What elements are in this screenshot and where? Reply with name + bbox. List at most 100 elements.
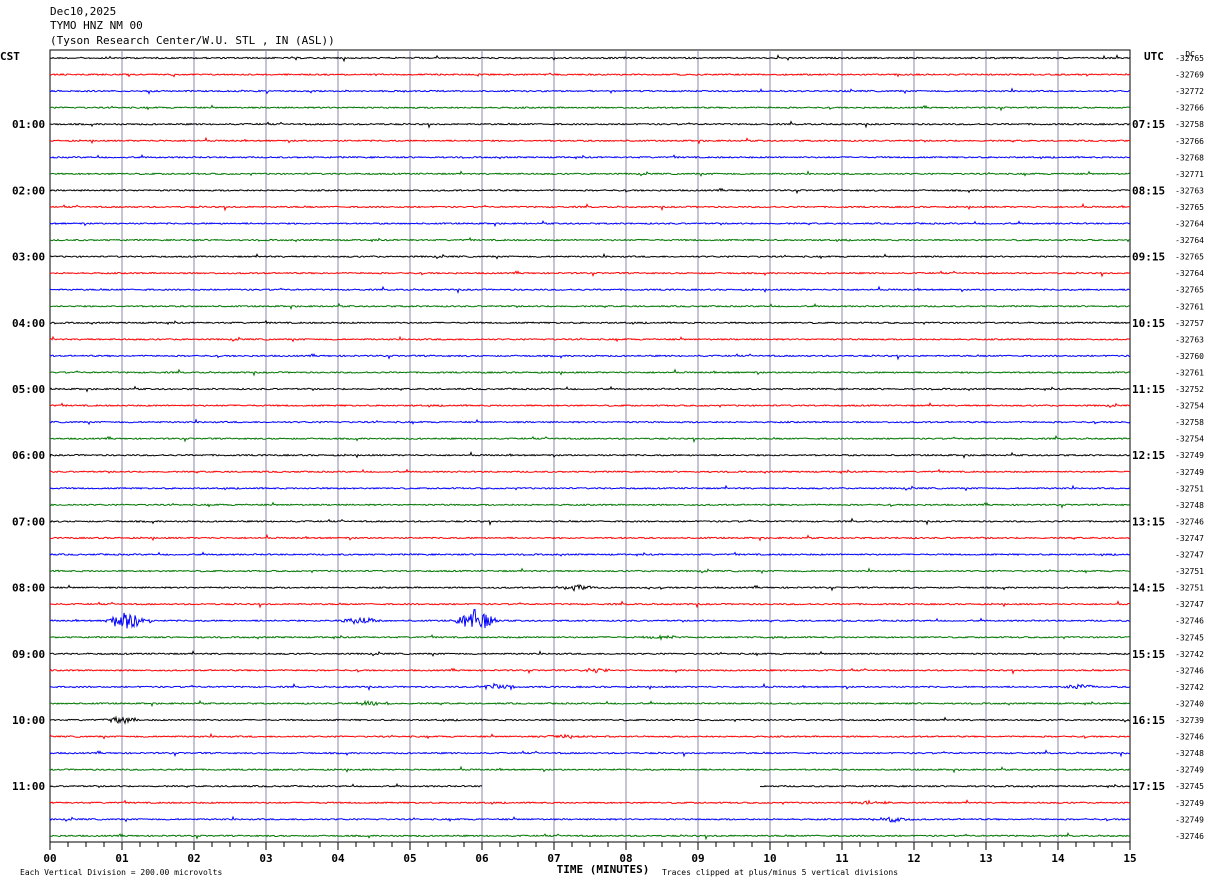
seismic-trace bbox=[49, 418, 1131, 426]
dc-offset-label: -32746 bbox=[1175, 666, 1204, 675]
seismic-trace bbox=[50, 832, 1131, 841]
dc-offset-label: -32746 bbox=[1175, 733, 1204, 742]
dc-offset-label: -32754 bbox=[1175, 402, 1204, 411]
x-tick-label: 11 bbox=[835, 852, 849, 865]
seismic-trace bbox=[49, 715, 1131, 725]
seismic-trace bbox=[49, 335, 1131, 343]
cst-hour-label: 07:00 bbox=[12, 515, 45, 528]
seismic-trace bbox=[49, 368, 1131, 377]
dc-offset-label: -32761 bbox=[1175, 302, 1204, 311]
utc-hour-label: 11:15 bbox=[1132, 383, 1165, 396]
seismic-trace bbox=[49, 220, 1131, 228]
cst-hour-label: 03:00 bbox=[12, 251, 45, 264]
x-tick-label: 09 bbox=[691, 852, 704, 865]
dc-offset-label: -32746 bbox=[1175, 832, 1204, 841]
plot-frame bbox=[49, 49, 1131, 843]
utc-hour-label: 08:15 bbox=[1132, 184, 1165, 197]
utc-hour-label: 16:15 bbox=[1132, 714, 1165, 727]
x-tick-label: 05 bbox=[403, 852, 416, 865]
seismic-trace bbox=[49, 667, 1131, 675]
cst-hour-label: 08:00 bbox=[12, 582, 45, 595]
dc-offset-label: -32765 bbox=[1175, 286, 1204, 295]
utc-hour-label: 17:15 bbox=[1132, 780, 1165, 793]
seismic-trace bbox=[49, 782, 1131, 789]
seismic-trace bbox=[49, 699, 1131, 708]
dc-offset-label: -32769 bbox=[1175, 71, 1204, 80]
x-tick-label: 04 bbox=[331, 852, 345, 865]
dc-offset-label: -32751 bbox=[1175, 567, 1204, 576]
dc-offset-label: -32749 bbox=[1175, 468, 1204, 477]
dc-offset-label: -32747 bbox=[1175, 600, 1204, 609]
dc-offset-label: -32747 bbox=[1175, 534, 1204, 543]
dc-offset-label: -32754 bbox=[1175, 435, 1204, 444]
x-tick-label: 01 bbox=[115, 852, 129, 865]
dc-offset-label: -32766 bbox=[1175, 137, 1204, 146]
seismic-trace bbox=[49, 153, 1131, 160]
seismic-trace bbox=[49, 799, 1131, 806]
dc-offset-label: -32765 bbox=[1175, 203, 1204, 212]
x-tick-label: 00 bbox=[43, 852, 56, 865]
seismic-trace bbox=[49, 104, 1131, 112]
x-tick-label: 06 bbox=[475, 852, 489, 865]
seismic-trace bbox=[49, 682, 1131, 692]
dc-offset-label: -32763 bbox=[1175, 186, 1204, 195]
dc-offset-label: -32749 bbox=[1175, 799, 1204, 808]
cst-hour-label: 01:00 bbox=[12, 118, 45, 131]
utc-hour-label: 07:15 bbox=[1132, 118, 1165, 131]
seismic-trace bbox=[49, 815, 1131, 823]
clip-note: Traces clipped at plus/minus 5 vertical … bbox=[662, 868, 898, 877]
seismic-trace bbox=[49, 72, 1131, 78]
seismic-trace bbox=[49, 533, 1131, 542]
seismic-trace bbox=[50, 650, 1131, 657]
dc-offset-label: -32749 bbox=[1175, 451, 1204, 460]
seismic-trace bbox=[49, 517, 1131, 526]
utc-hour-label: 13:15 bbox=[1132, 515, 1165, 528]
seismic-trace bbox=[49, 270, 1131, 278]
cst-hour-label: 04:00 bbox=[12, 317, 45, 330]
dc-offset-label: -32772 bbox=[1175, 87, 1204, 96]
helicorder-plot: -32765 -32769 -32772 -32766 -32758 -32766 -327… bbox=[0, 49, 1204, 877]
dc-offset-label: -32771 bbox=[1175, 170, 1204, 179]
cst-hour-label: 06:00 bbox=[12, 449, 45, 462]
cst-hour-label: 09:00 bbox=[12, 648, 45, 661]
cst-hour-label: 05:00 bbox=[12, 383, 45, 396]
cst-label: CST bbox=[0, 50, 20, 63]
dc-offset-label: -32761 bbox=[1175, 368, 1204, 377]
x-tick-label: 15 bbox=[1123, 852, 1136, 865]
dc-offset-label: -32757 bbox=[1175, 319, 1204, 328]
seismic-trace bbox=[49, 749, 1131, 758]
seismic-trace bbox=[49, 285, 1131, 294]
dc-offset-label: -32742 bbox=[1175, 683, 1204, 692]
seismic-trace bbox=[49, 551, 1131, 557]
utc-label: UTC bbox=[1144, 50, 1164, 63]
dc-offset-label: -32746 bbox=[1175, 617, 1204, 626]
dc-offset-label: -32742 bbox=[1175, 650, 1204, 659]
dc-offset-label: -32752 bbox=[1175, 385, 1204, 394]
x-tick-label: 12 bbox=[907, 852, 920, 865]
seismic-trace bbox=[49, 252, 1131, 260]
cst-hour-label: 11:00 bbox=[12, 780, 45, 793]
utc-hour-label: 15:15 bbox=[1132, 648, 1165, 661]
utc-hour-label: 09:15 bbox=[1132, 251, 1165, 264]
seismic-trace bbox=[49, 302, 1131, 310]
seismic-trace bbox=[49, 732, 1131, 740]
seismic-trace bbox=[49, 202, 1131, 212]
seismic-trace bbox=[49, 501, 1131, 509]
cst-hour-label: 02:00 bbox=[12, 184, 45, 197]
seismic-trace bbox=[49, 319, 1131, 326]
dc-offset-label: -32758 bbox=[1175, 120, 1204, 129]
dc-offset-label: -32764 bbox=[1175, 220, 1204, 229]
seismic-trace bbox=[50, 53, 1131, 63]
x-tick-label: 10 bbox=[763, 852, 776, 865]
seismic-trace bbox=[49, 484, 1131, 492]
dc-offset-label: -32748 bbox=[1175, 749, 1204, 758]
seismic-trace bbox=[49, 236, 1131, 243]
x-tick-label: 14 bbox=[1051, 852, 1065, 865]
x-tick-label: 02 bbox=[187, 852, 200, 865]
scale-note: Each Vertical Division = 200.00 microvol… bbox=[20, 868, 222, 877]
seismic-trace bbox=[49, 434, 1131, 444]
dc-offset-label: -32748 bbox=[1175, 501, 1204, 510]
seismic-trace bbox=[49, 765, 1130, 774]
dc-offset-label: -32764 bbox=[1175, 269, 1204, 278]
seismic-trace bbox=[49, 634, 1131, 641]
